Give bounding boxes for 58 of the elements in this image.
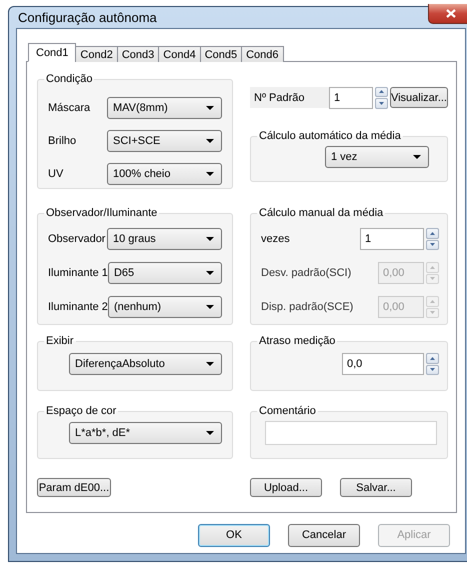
dropdown[interactable]: (nenhum) (108, 296, 222, 318)
comment-field[interactable] (265, 421, 437, 445)
group-label: Espaço de cor (45, 405, 118, 417)
caret-icon (413, 155, 421, 159)
field-label: Disp. padrão(SCE) (261, 301, 354, 313)
caret-icon (206, 362, 214, 366)
dropdown[interactable]: MAV(8mm) (107, 96, 222, 118)
dropdown[interactable]: D65 (108, 262, 222, 284)
field-label: vezes (261, 233, 290, 245)
caret-icon (206, 271, 214, 275)
dropdown[interactable]: DiferençaAbsoluto (69, 353, 222, 375)
field-label: UV (48, 168, 64, 180)
caret-icon (206, 237, 214, 241)
spin-buttons[interactable] (426, 353, 439, 375)
dropdown[interactable]: 10 graus (107, 228, 222, 250)
window-title: Configuração autônoma (17, 10, 157, 25)
tab[interactable]: Cond5 (200, 46, 242, 62)
field-label: Brilho (48, 134, 76, 146)
close-button[interactable] (428, 4, 467, 24)
field-label: Iluminante 2 (48, 301, 108, 313)
field-label: Máscara (48, 102, 90, 114)
caret-icon (206, 431, 214, 435)
field-label: Nº Padrão (250, 87, 329, 108)
dropdown[interactable]: L*a*b*, dE* (69, 422, 222, 444)
group-label: Cálculo automático da média (258, 130, 402, 142)
group-label: Condição (45, 73, 94, 85)
input-field[interactable]: 1 (360, 228, 424, 250)
spin-buttons[interactable] (374, 86, 388, 108)
tab[interactable]: Cond2 (75, 46, 118, 62)
dialog-button[interactable]: Cancelar (288, 524, 360, 546)
dropdown[interactable]: 1 vez (325, 146, 429, 168)
field-label: Observador (48, 233, 106, 245)
dropdown[interactable]: 100% cheio (107, 162, 222, 184)
param-button[interactable]: Param dE00... (37, 478, 111, 497)
field-label: Iluminante 1 (48, 267, 108, 279)
group-label: Atraso medição (258, 335, 336, 347)
upload-button[interactable]: Upload... (250, 478, 322, 497)
caret-icon (206, 172, 214, 176)
spin-buttons[interactable] (426, 228, 439, 250)
group-label: Comentário (258, 405, 317, 417)
dropdown[interactable]: SCI+SCE (107, 130, 222, 152)
view-button[interactable]: Visualizar... (390, 87, 448, 108)
close-icon (446, 8, 456, 18)
caret-icon (206, 305, 214, 309)
tab[interactable]: Cond3 (116, 46, 160, 62)
tab[interactable]: Cond6 (241, 46, 284, 62)
save-button[interactable]: Salvar... (340, 478, 412, 497)
tab[interactable]: Cond1 (28, 43, 76, 62)
caret-icon (206, 106, 214, 110)
tab[interactable]: Cond4 (158, 46, 201, 62)
input-field[interactable]: 0,0 (342, 353, 424, 375)
field-label: Desv. padrão(SCI) (261, 267, 352, 279)
group-label: Observador/Iluminante (45, 207, 158, 219)
group-label: Cálculo manual da média (258, 207, 384, 219)
input-field[interactable]: 1 (328, 86, 373, 108)
dialog-button[interactable]: OK (198, 524, 270, 546)
caret-icon (206, 138, 214, 142)
group-label: Exibir (45, 335, 75, 347)
